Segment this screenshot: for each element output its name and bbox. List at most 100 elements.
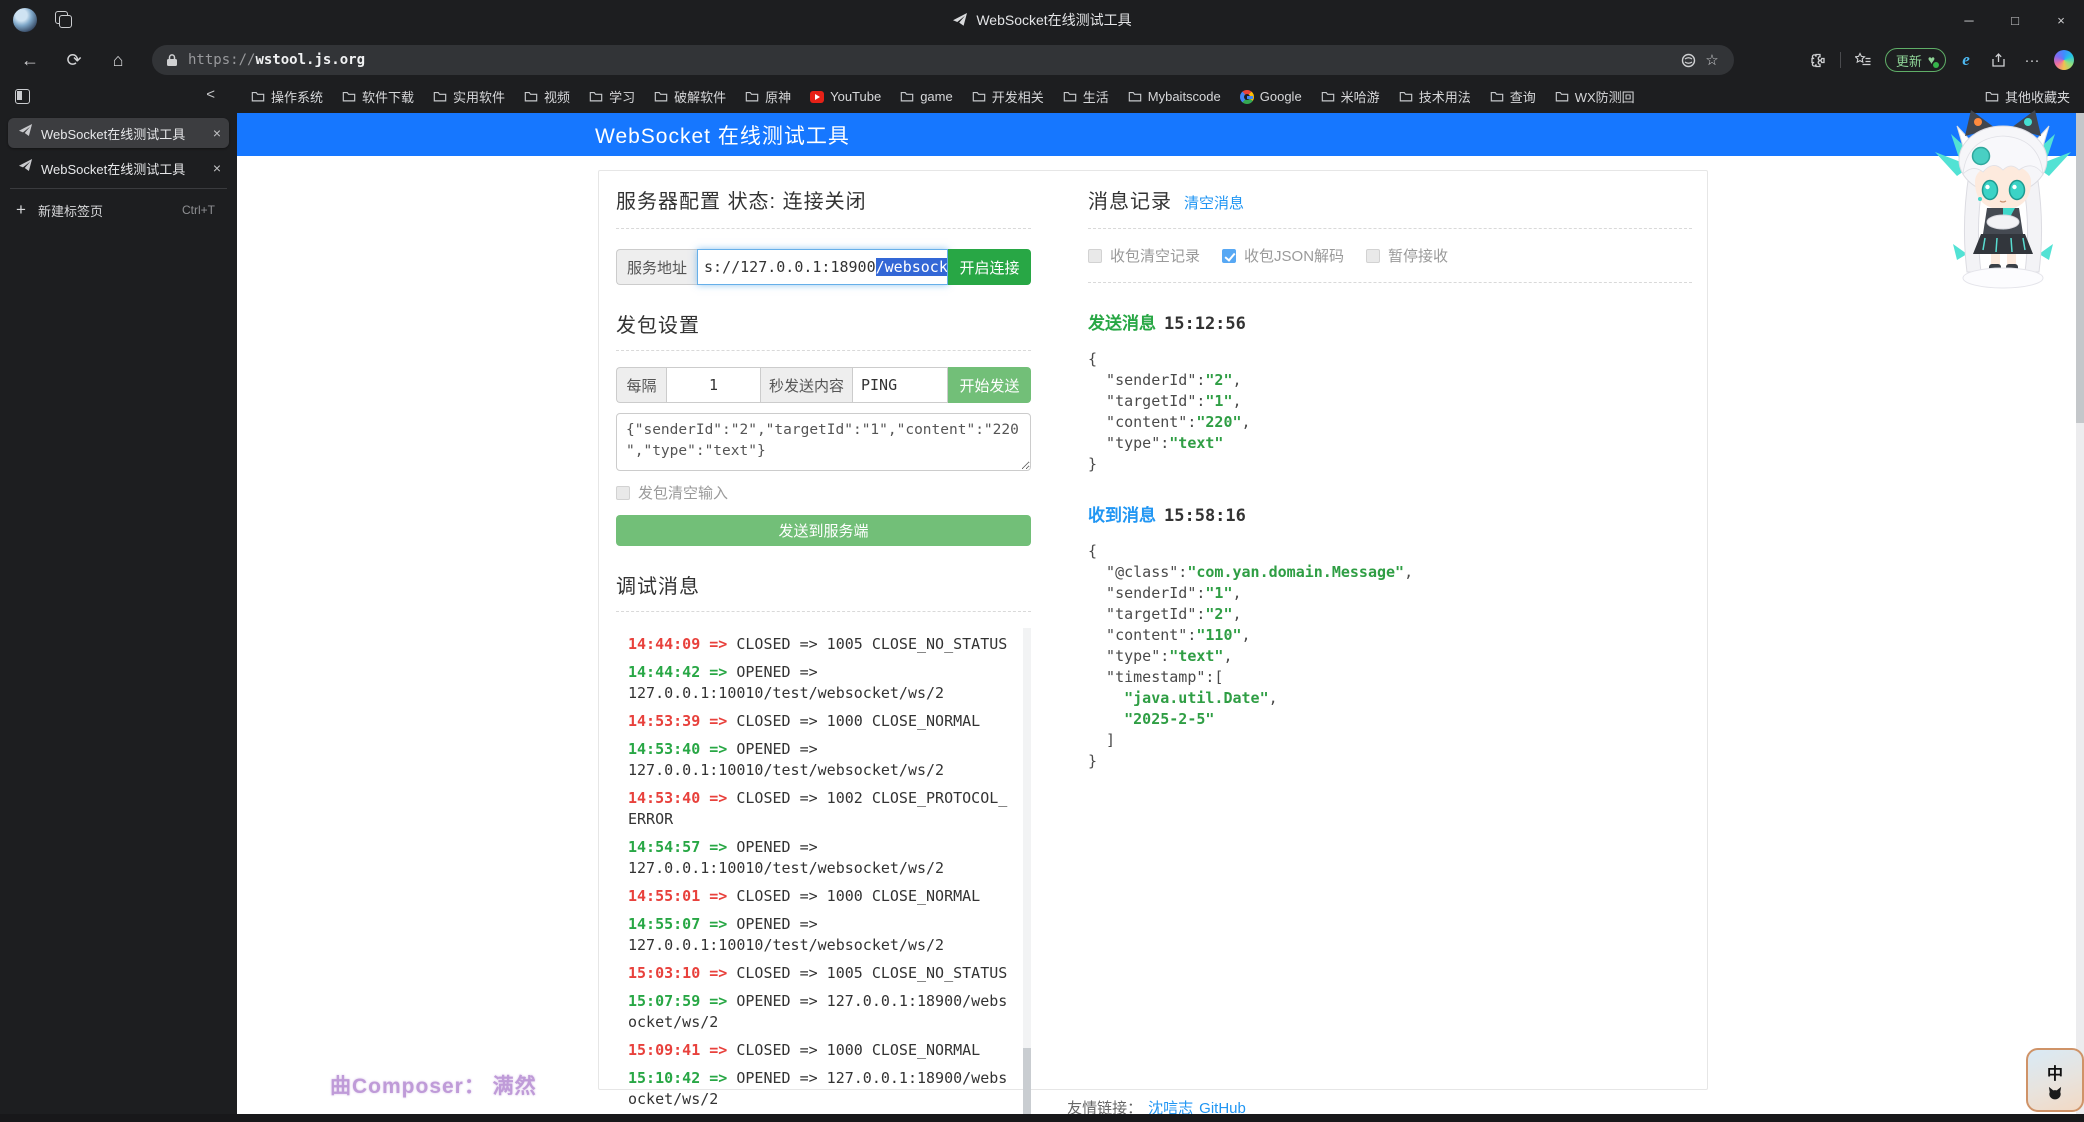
json-line: { [1088,350,1098,368]
translate-icon[interactable] [1676,48,1700,72]
log-scrollbar[interactable] [1023,628,1031,1122]
extensions-puzzle-icon[interactable] [1806,48,1830,72]
copilot-icon[interactable] [2054,50,2074,70]
clear-messages-link[interactable]: 清空消息 [1184,192,1244,213]
bookmark-label: Google [1259,89,1302,104]
payload-textarea[interactable]: {"senderId":"2","targetId":"1","content"… [616,413,1031,471]
favorite-star-icon[interactable]: ☆ [1700,48,1724,72]
bookmark-item[interactable]: 学习 [589,87,635,106]
maximize-button[interactable]: □ [1992,0,2038,40]
page-title: WebSocket 在线测试工具 [595,124,850,148]
bookmark-item[interactable]: 视频 [524,87,570,106]
message-time: 15:58:16 [1164,506,1246,526]
desktop-pet-character[interactable] [1922,104,2084,292]
back-icon[interactable]: ← [16,46,44,74]
json-line: } [1088,455,1098,473]
bookmark-item[interactable]: 开发相关 [972,87,1044,106]
bookmark-item[interactable]: 软件下载 [342,87,414,106]
bookmark-item[interactable]: YouTube [810,87,881,106]
checkbox-unchecked[interactable] [1088,248,1102,263]
minimize-button[interactable]: ─ [1946,0,1992,40]
server-address-input[interactable]: s://127.0.0.1:18900/websocket/ws/2 [697,249,948,285]
cat-icon [2048,1086,2062,1100]
bookmarks-list: 操作系统 软件下载 实用软件 视频 学习 破解软件 原神 YouTube game 开发相关 生活 M… [251,87,1635,106]
start-send-button[interactable]: 开始发送 [948,367,1031,403]
ping-content-input[interactable] [852,367,948,403]
clear-input-option[interactable]: 发包清空输入 [616,482,1031,503]
refresh-icon[interactable]: ⟳ [60,46,88,74]
bookmark-item[interactable]: 技术用法 [1399,87,1471,106]
bookmark-item[interactable]: 操作系统 [251,87,323,106]
json-line: "type":"text" [1088,434,1224,452]
option-label: 收包JSON解码 [1244,248,1345,265]
json-line: "senderId":"1", [1088,584,1242,602]
vertical-tab[interactable]: WebSocket在线测试工具 × [8,118,229,148]
more-menu-icon[interactable]: ··· [2020,48,2044,72]
folder-icon [654,90,668,103]
folder-icon [1321,90,1335,103]
bookmark-item[interactable]: 米哈游 [1321,87,1380,106]
update-button[interactable]: 更新 ♥ [1884,48,1946,72]
folder-icon [589,90,603,103]
log-message: CLOSED => 1000 CLOSE_NORMAL [727,712,981,730]
ime-indicator[interactable]: 中 [2026,1048,2084,1112]
checkbox-checked[interactable] [1222,248,1237,263]
bookmark-item[interactable]: 生活 [1063,87,1109,106]
bookmark-label: Mybaitscode [1147,89,1221,104]
close-tab-icon[interactable]: × [213,125,221,141]
folder-icon [972,90,986,103]
bookmark-item[interactable]: 查询 [1490,87,1536,106]
interval-input[interactable] [666,367,761,403]
page-viewport: WebSocket 在线测试工具 服务器配置 状态: 连接关闭 服务地址 s:/… [237,113,2076,1122]
bookmark-item[interactable]: 实用软件 [433,87,505,106]
log-entry: 14:54:57 => OPENED => 127.0.0.1:10010/tes… [628,837,1013,879]
clear-input-checkbox[interactable] [616,485,630,500]
log-entry: 15:07:59 => OPENED => 127.0.0.1:18900/we… [628,991,1013,1033]
vertical-tab[interactable]: WebSocket在线测试工具 × [8,153,229,183]
log-message: OPENED => [727,915,818,933]
toolbar-right: 更新 ♥ e ··· [1806,45,2074,75]
log-timestamp: 14:44:42 => [628,663,728,681]
debug-log[interactable]: 14:44:09 => CLOSED => 1005 CLOSE_NO_STAT… [616,628,1031,1122]
url-text[interactable]: https://wstool.js.org [188,52,1676,68]
bookmark-item[interactable]: Mybaitscode [1128,87,1221,106]
window-title: WebSocket在线测试工具 [976,12,1132,28]
bookmark-label: 破解软件 [674,90,727,105]
bookmark-item[interactable]: Google [1239,87,1302,106]
folder-icon [1128,90,1142,103]
connect-button[interactable]: 开启连接 [948,249,1031,285]
log-entry: 14:53:39 => CLOSED => 1000 CLOSE_NORMAL [628,711,1013,732]
new-tab-button[interactable]: + 新建标签页 Ctrl+T [0,196,237,224]
json-line: "targetId":"2", [1088,605,1242,623]
ime-language-badge: 中 [2046,1066,2063,1083]
json-line: "type":"text", [1088,647,1233,665]
tab-actions-icon[interactable] [15,89,30,104]
plus-icon: + [16,200,26,219]
bookmark-label: WX防测回 [1574,90,1635,105]
close-button[interactable]: × [2038,0,2084,40]
address-bar[interactable]: https://wstool.js.org ☆ [152,45,1734,75]
bookmark-label: 米哈游 [1340,90,1380,105]
bookmark-item[interactable]: 破解软件 [654,87,726,106]
log-entry: 14:44:09 => CLOSED => 1005 CLOSE_NO_STAT… [628,634,1013,655]
send-to-server-button[interactable]: 发送到服务端 [616,515,1031,546]
folder-icon [433,90,447,103]
home-icon[interactable]: ⌂ [104,46,132,74]
log-url: 127.0.0.1:10010/test/websocket/ws/2 [628,761,945,779]
paper-plane-icon [953,13,968,26]
ie-mode-icon[interactable]: e [1956,50,1976,70]
json-block-received: { "@class":"com.yan.domain.Message", "se… [1088,541,1692,772]
json-value: "2" [1205,371,1233,389]
bookmark-label: 视频 [544,90,571,105]
bookmark-item[interactable]: game [900,87,953,106]
favorites-bar-icon[interactable] [1851,48,1875,72]
bookmark-item[interactable]: WX防测回 [1555,87,1635,106]
log-entry: 15:09:41 => CLOSED => 1000 CLOSE_NORMAL [628,1040,1013,1061]
share-icon[interactable] [1986,48,2010,72]
log-timestamp: 15:07:59 => [628,992,728,1010]
json-value: "text" [1169,434,1224,452]
bookmark-item[interactable]: 原神 [745,87,791,106]
checkbox-unchecked[interactable] [1366,248,1381,263]
collapse-sidebar-icon[interactable]: < [206,86,215,103]
close-tab-icon[interactable]: × [213,160,221,176]
